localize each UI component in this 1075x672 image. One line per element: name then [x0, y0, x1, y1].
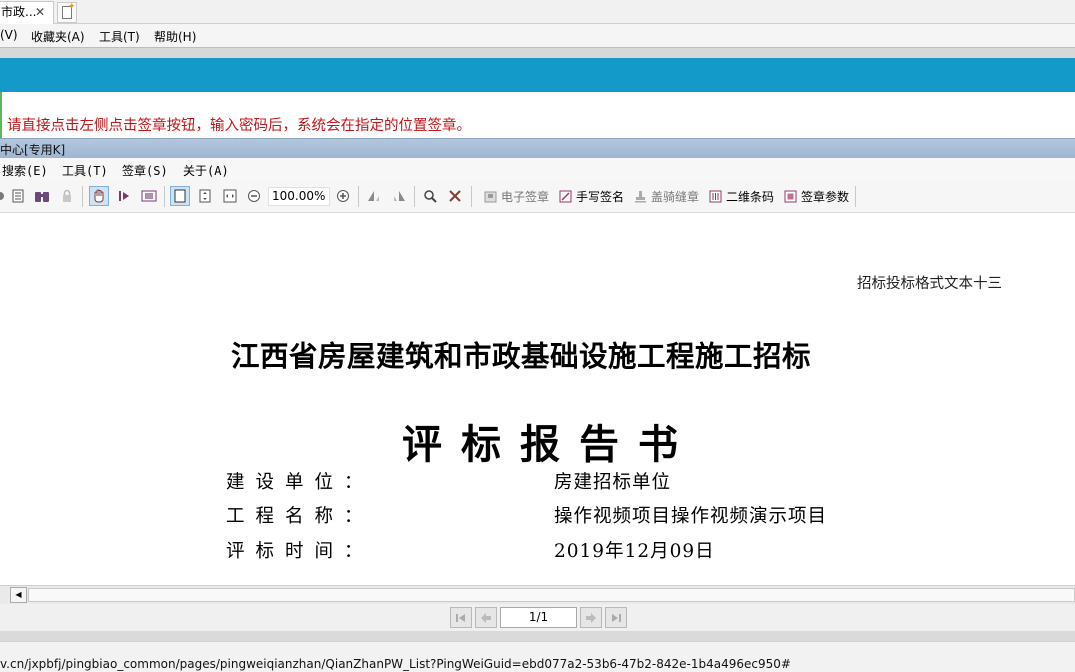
toolbar-separator	[855, 186, 856, 207]
browser-menu-bar: (V) 收藏夹(A) 工具(T) 帮助(H)	[0, 24, 1075, 47]
signing-instruction: 请直接点击左侧点击签章按钮，输入密码后，系统会在指定的位置签章。	[7, 118, 471, 134]
seal-icon	[483, 189, 497, 203]
rotate-left-icon[interactable]	[364, 186, 384, 206]
browser-window: 市政... ✕ ✦ (V) 收藏夹(A) 工具(T) 帮助(H) 请直接点击左侧…	[0, 0, 1075, 672]
notice-panel: 请直接点击左侧点击签章按钮，输入密码后，系统会在指定的位置签章。	[0, 92, 1075, 138]
plugin-menu-about[interactable]: 关于(A)	[183, 162, 229, 179]
plugin-toolbar: 100.00% 电子签章 手写签名 盖骑缝章 二维条码 签章参数	[0, 180, 1075, 213]
qr-code-label: 二维条码	[726, 189, 775, 204]
fit-height-icon[interactable]	[195, 186, 215, 206]
tab-title: 市政...	[1, 5, 37, 19]
document-title: 江西省房屋建筑和市政基础设施工程施工招标	[231, 339, 812, 373]
field-value: 操作视频项目操作视频演示项目	[554, 506, 828, 527]
zoom-out-icon[interactable]	[244, 186, 264, 206]
menu-tools[interactable]: 工具(T)	[99, 28, 140, 45]
document-header-note: 招标投标格式文本十三	[857, 276, 1002, 292]
document-subtitle: 评标报告书	[402, 421, 697, 468]
tab-close-icon[interactable]: ✕	[35, 2, 45, 23]
field-label: 工程名称：	[226, 506, 374, 527]
next-page-icon[interactable]	[580, 607, 602, 628]
field-value: 房建招标单位	[554, 472, 672, 493]
toolbar-separator	[414, 186, 415, 207]
electronic-seal-button[interactable]: 电子签章	[483, 186, 549, 206]
handwritten-signature-label: 手写签名	[576, 189, 625, 204]
qr-code-button[interactable]: 二维条码	[708, 186, 774, 206]
pen-icon	[558, 189, 572, 203]
select-text-icon[interactable]	[114, 186, 134, 206]
hand-tool-icon[interactable]	[89, 186, 109, 206]
rotate-right-icon[interactable]	[389, 186, 409, 206]
star-icon: ✦	[68, 2, 76, 12]
plugin-menu-sign[interactable]: 签章(S)	[122, 162, 168, 179]
zoom-input[interactable]: 100.00%	[268, 187, 330, 206]
horizontal-scrollbar[interactable]: ◀	[0, 585, 1075, 604]
plugin-title: 中心[专用K]	[0, 143, 66, 157]
perforation-seal-button[interactable]: 盖骑缝章	[633, 186, 699, 206]
stamp-icon	[633, 189, 647, 203]
menu-help[interactable]: 帮助(H)	[154, 28, 196, 45]
document-list-icon[interactable]	[8, 186, 28, 206]
separator-bar	[0, 47, 1075, 58]
page-navigation: 1/1	[0, 604, 1075, 631]
prev-page-icon[interactable]	[475, 607, 497, 628]
field-row-construction-unit: 建设单位： 房建招标单位	[226, 468, 670, 494]
toolbar-separator	[471, 186, 472, 207]
new-tab-button[interactable]: ✦	[57, 2, 77, 23]
fit-width-icon[interactable]	[220, 186, 240, 206]
field-label: 评标时间：	[226, 541, 374, 562]
scrollbar-thumb[interactable]	[28, 588, 1075, 602]
barcode-icon	[708, 189, 722, 203]
zoom-in-icon[interactable]	[333, 186, 353, 206]
tools-icon[interactable]	[445, 186, 465, 206]
field-label: 建设单位：	[226, 472, 374, 493]
snapshot-icon[interactable]	[139, 186, 159, 206]
electronic-seal-label: 电子签章	[501, 189, 550, 204]
search-icon[interactable]	[420, 186, 440, 206]
field-row-evaluation-time: 评标时间： 2019年12月09日	[226, 537, 714, 563]
status-url: v.cn/jxpbfj/pingbiao_common/pages/pingwe…	[0, 657, 791, 671]
lock-icon	[57, 186, 77, 206]
menu-view[interactable]: (V)	[0, 28, 18, 42]
separator-bar	[0, 631, 1075, 641]
first-page-icon[interactable]	[450, 607, 472, 628]
plugin-menu-tools[interactable]: 工具(T)	[62, 162, 108, 179]
tab-bar: 市政... ✕ ✦	[0, 0, 1075, 24]
plugin-menu-search[interactable]: 搜索(E)	[2, 162, 48, 179]
plugin-menu-bar: 搜索(E) 工具(T) 签章(S) 关于(A)	[0, 158, 1075, 180]
last-page-icon[interactable]	[605, 607, 627, 628]
page-number-field[interactable]: 1/1	[500, 607, 577, 628]
plugin-title-bar: 中心[专用K]	[0, 138, 1075, 158]
browser-tab[interactable]: 市政... ✕	[0, 1, 54, 24]
handwritten-signature-button[interactable]: 手写签名	[558, 186, 624, 206]
field-row-project-name: 工程名称： 操作视频项目操作视频演示项目	[226, 502, 826, 528]
settings-icon	[783, 189, 797, 203]
seal-parameters-button[interactable]: 签章参数	[783, 186, 849, 206]
perforation-seal-label: 盖骑缝章	[651, 189, 700, 204]
status-bar: v.cn/jxpbfj/pingbiao_common/pages/pingwe…	[0, 641, 1075, 672]
menu-favorites[interactable]: 收藏夹(A)	[31, 28, 85, 45]
toolbar-separator	[82, 186, 83, 207]
toolbar-separator	[164, 186, 165, 207]
document-viewer[interactable]: 招标投标格式文本十三 江西省房屋建筑和市政基础设施工程施工招标 评标报告书 建设…	[0, 214, 1075, 585]
toolbar-separator	[358, 186, 359, 207]
seal-parameters-label: 签章参数	[801, 189, 850, 204]
page-header-band	[0, 58, 1075, 92]
scroll-left-icon[interactable]: ◀	[10, 587, 27, 603]
binoculars-icon[interactable]	[32, 186, 52, 206]
field-value: 2019年12月09日	[554, 541, 715, 562]
single-page-icon[interactable]	[170, 186, 190, 206]
